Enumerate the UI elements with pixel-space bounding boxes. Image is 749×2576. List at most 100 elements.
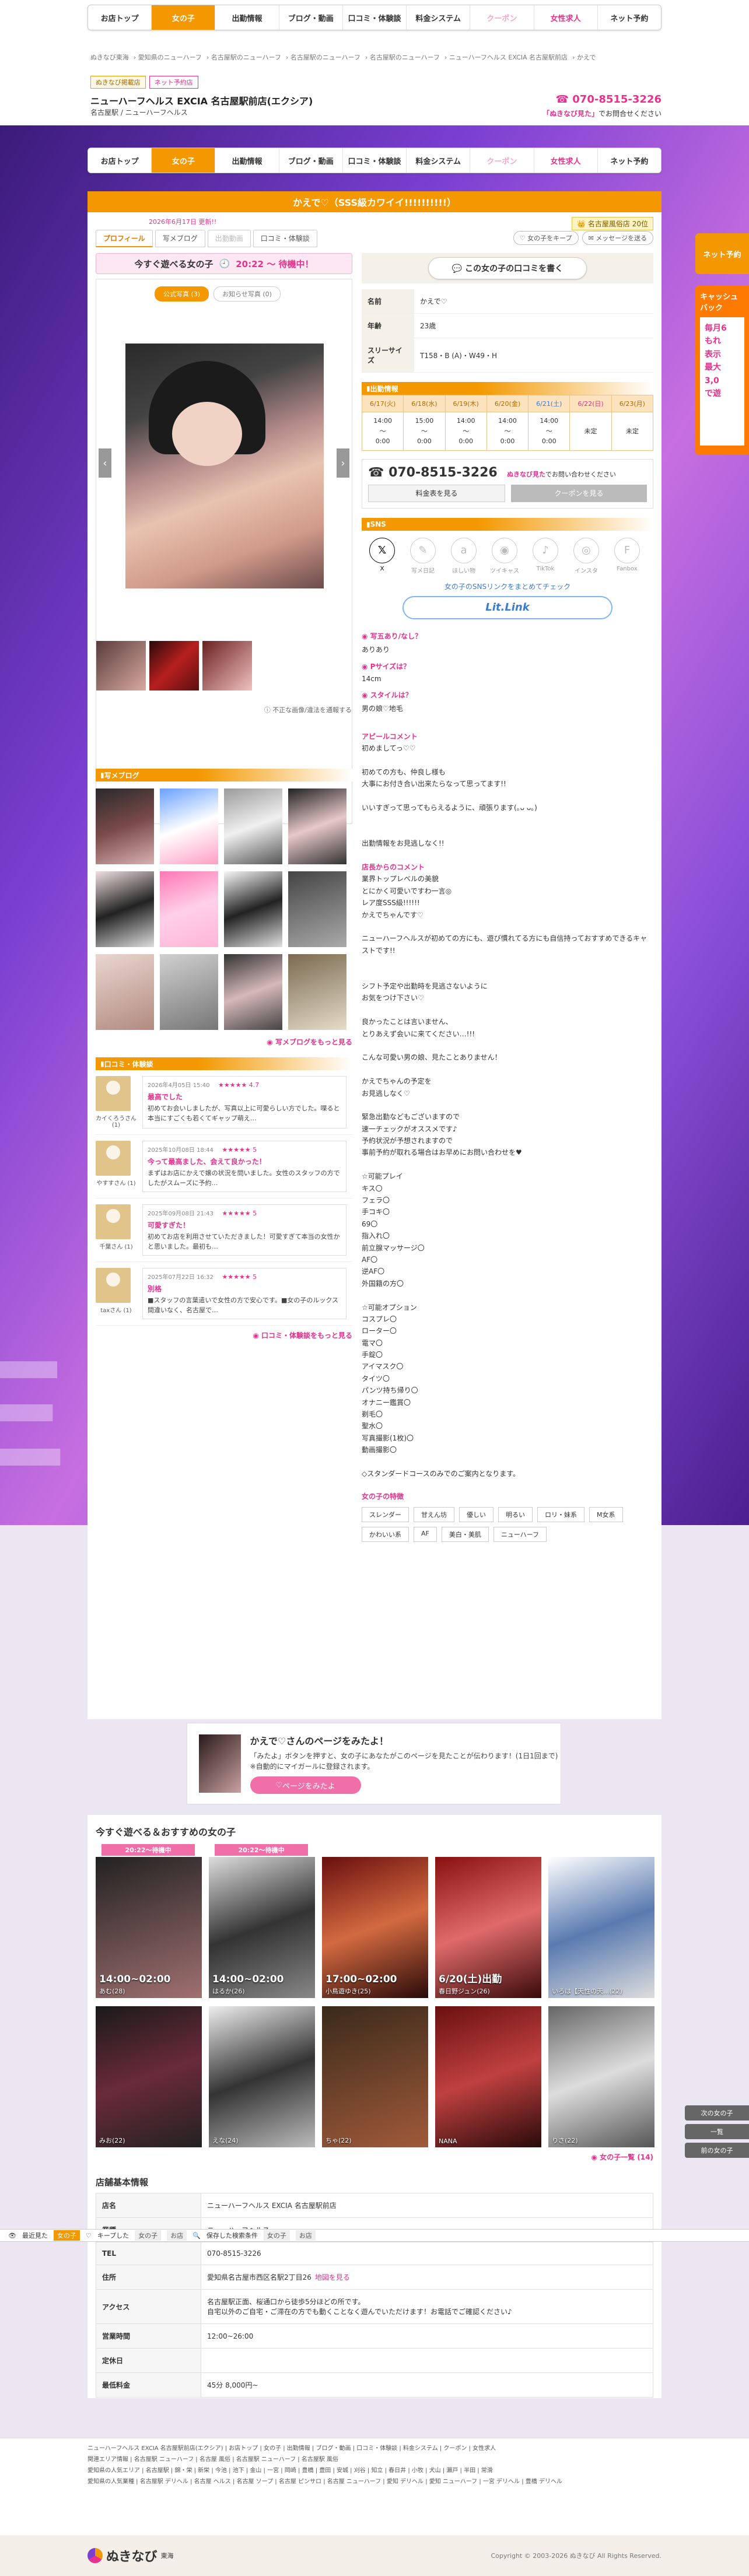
photo-tab-notice[interactable]: お知らせ写真 (0) [214,286,281,302]
recommend-card[interactable]: えな(24) [209,2006,315,2147]
photo-thumbnail[interactable] [149,641,199,691]
price-list-button[interactable]: 料金表を見る [368,484,505,502]
shop-name[interactable]: ニューハーフヘルス EXCIA 名古屋駅前店(エクシア) [90,93,313,107]
site-logo[interactable]: ぬきなび 東海 [88,2546,174,2565]
next-girl-button[interactable]: 次の女の子 [685,2105,749,2121]
nav-recruit[interactable]: 女性求人 [534,148,598,173]
next-photo-button[interactable]: › [337,448,349,478]
nav-blog[interactable]: ブログ・動画 [279,148,343,173]
report-photo-link[interactable]: ⓘ 不正な画像/違法を通報する [264,705,352,714]
nav-girls[interactable]: 女の子 [152,5,216,30]
phone-number[interactable]: ☎ 070-8515-3226 [368,465,498,480]
crumb[interactable]: ニューハーフヘルス EXCIA 名古屋駅前店 [449,54,568,61]
main-photo[interactable] [125,344,324,588]
footer-area-links[interactable]: 関連エリア情報 | 名古屋駅 ニューハーフ | 名古屋 風俗 | 名古屋駅 ニュ… [88,2454,662,2465]
nav-recruit[interactable]: 女性求人 [534,5,598,30]
tab-profile[interactable]: プロフィール [96,230,153,247]
nav-coupon[interactable]: クーポン [470,148,534,173]
blog-post[interactable] [288,954,346,1030]
recommend-card[interactable]: 20:22～待機中 14:00~02:00 あむ(28) [96,1844,202,1998]
kept-shop-chip[interactable]: お店 [167,2230,187,2241]
nav-girls[interactable]: 女の子 [152,148,216,173]
feature-tag[interactable]: 優しい [459,1507,494,1523]
nav-reviews[interactable]: 口コミ・体験談 [343,148,407,173]
review-item[interactable]: taxさん (1) 2025年07月22日 16:32 ★★★★★ 5 別格 ■… [96,1262,352,1326]
recommend-card[interactable]: いろは【天性の天...(22) [548,1857,654,1998]
prev-photo-button[interactable]: ‹ [99,448,111,478]
feature-tag[interactable]: M女系 [589,1507,623,1523]
footer-popular-areas[interactable]: 愛知県の人気エリア | 名古屋駅 | 錦・栄 | 新栄 | 今池 | 池下 | … [88,2465,662,2476]
sns-0-link[interactable]: 𝕏 X [368,537,397,574]
sns-summary-link[interactable]: 女の子のSNSリンクをまとめてチェック [362,581,653,591]
nav-reserve[interactable]: ネット予約 [598,5,661,30]
nav-price[interactable]: 料金システム [407,5,471,30]
crumb[interactable]: 名古屋駅のニューハーフ [290,54,360,61]
litlink-button[interactable]: Lit.Link [402,595,612,619]
map-link[interactable]: 地図を見る [315,2273,350,2281]
feature-tag[interactable]: かわいい系 [362,1527,409,1543]
blog-post[interactable] [224,788,282,864]
crumb[interactable]: 愛知県のニューハーフ [138,54,202,61]
nav-shop-top[interactable]: お店トップ [88,148,152,173]
footer-shop-links[interactable]: ニューハーフヘルス EXCIA 名古屋駅前店(エクシア) | お店トップ | 女… [88,2443,662,2454]
feature-tag[interactable]: 明るい [498,1507,533,1523]
feature-tag[interactable]: 甘えん坊 [414,1507,454,1523]
crumb[interactable]: 名古屋駅のニューハーフ [211,54,281,61]
prev-girl-button[interactable]: 前の女の子 [685,2143,749,2158]
nav-schedule[interactable]: 出勤情報 [215,148,279,173]
nav-reviews[interactable]: 口コミ・体験談 [343,5,407,30]
blog-post[interactable] [224,954,282,1030]
review-item[interactable]: カイくろうさん (1) 2026年4月05日 15:40 ★★★★★ 4.7 最… [96,1070,352,1135]
blog-post[interactable] [160,954,218,1030]
nav-coupon[interactable]: クーポン [470,5,534,30]
review-item[interactable]: 千葉さん (1) 2025年09月08日 21:43 ★★★★★ 5 可愛すぎた… [96,1198,352,1262]
recommend-card[interactable]: 17:00~02:00 小鳥遊ゆき(25) [322,1857,428,1998]
nav-price[interactable]: 料金システム [407,148,471,173]
recommend-card[interactable]: ちゃ(22) [322,2006,428,2147]
reviews-more-link[interactable]: ◉ 口コミ・体験談をもっと見る [96,1330,352,1340]
crumb[interactable]: 名古屋駅のニューハーフ [370,54,440,61]
nav-shop-top[interactable]: お店トップ [88,5,152,30]
recommend-card[interactable]: 20:22～待機中 14:00~02:00 はるか(26) [209,1844,315,1998]
blog-post[interactable] [160,871,218,947]
blog-post[interactable] [96,871,154,947]
girl-list-button[interactable]: 一覧 [685,2124,749,2139]
blog-post[interactable] [288,788,346,864]
footer-popular-genres[interactable]: 愛知県の人気業種 | 名古屋駅 デリヘル | 名古屋 ヘルス | 名古屋 ソープ… [88,2476,662,2487]
feature-tag[interactable]: AF [414,1527,437,1543]
blog-more-link[interactable]: ◉ 写メブログをもっと見る [96,1037,352,1047]
nav-reserve[interactable]: ネット予約 [598,148,661,173]
girls-list-link[interactable]: ◉ 女の子一覧 (14) [88,2147,662,2167]
blog-post[interactable] [96,954,154,1030]
feature-tag[interactable]: ロリ・妹系 [537,1507,584,1523]
feature-tag[interactable]: スレンダー [362,1507,409,1523]
shop-phone[interactable]: ☎ 070-8515-3226 [556,93,662,106]
mitayo-button[interactable]: ♡ ページをみたよ [250,1776,361,1794]
blog-post[interactable] [96,788,154,864]
feature-tag[interactable]: 美白・美肌 [441,1527,489,1543]
nav-schedule[interactable]: 出勤情報 [215,5,279,30]
recent-girl-chip[interactable]: 女の子 [53,2230,80,2241]
kept-girl-chip[interactable]: 女の子 [135,2230,162,2241]
send-message-button[interactable]: ✉ メッセージを送る [582,231,653,245]
recommend-card[interactable]: 6/20(土)出勤 春日野ジュン(26) [435,1857,541,1998]
keep-girl-button[interactable]: ♡ 女の子をキープ [513,231,579,245]
saved-shop-chip[interactable]: お店 [295,2230,316,2241]
review-item[interactable]: やすすさん (1) 2025年10月08日 18:44 ★★★★★ 5 今って最… [96,1135,352,1198]
feature-tag[interactable]: ニューハーフ [493,1527,547,1543]
blog-post[interactable] [288,871,346,947]
tab-reviews[interactable]: 口コミ・体験談 [253,230,317,247]
recommend-card[interactable]: りさ(22) [548,2006,654,2147]
photo-thumbnail[interactable] [96,641,146,691]
photo-tab-official[interactable]: 公式写真 (3) [155,286,209,302]
recommend-card[interactable]: みお(22) [96,2006,202,2147]
tab-blog[interactable]: 写メブログ [155,230,205,247]
blog-post[interactable] [160,788,218,864]
nav-blog[interactable]: ブログ・動画 [279,5,343,30]
write-review-button[interactable]: 💬 この女の子の口コミを書く [428,257,587,279]
crumb[interactable]: ぬきなび東海 [90,54,129,61]
blog-post[interactable] [224,871,282,947]
photo-thumbnail[interactable] [202,641,252,691]
coupon-button[interactable]: クーポンを見る [511,484,647,502]
side-reserve-tab[interactable]: ネット予約 [695,233,749,274]
